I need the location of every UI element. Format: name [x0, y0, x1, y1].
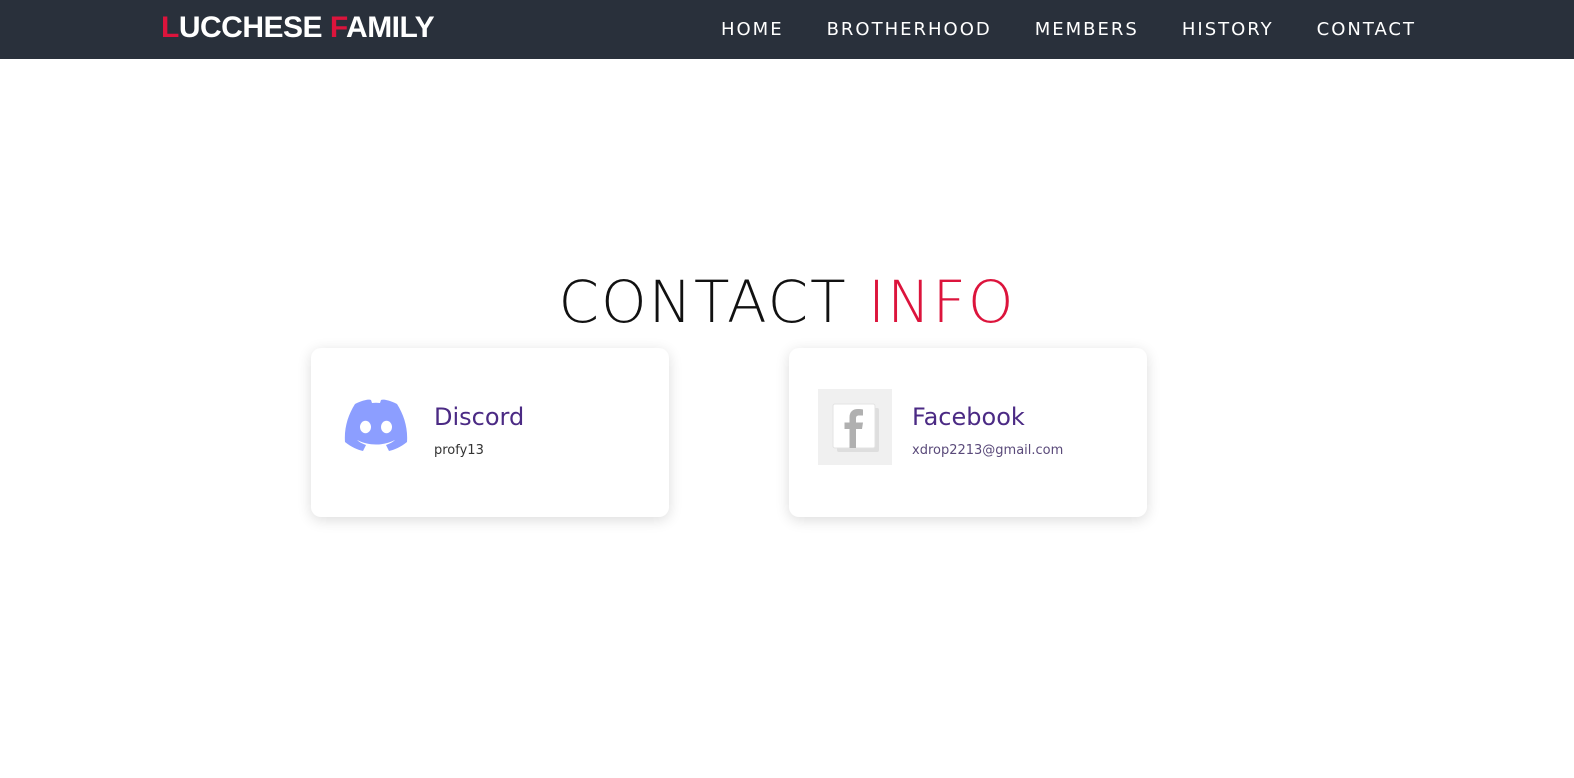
nav-link-contact[interactable]: CONTACT [1317, 19, 1416, 40]
brand-initial-l: L [161, 11, 179, 44]
facebook-email: xdrop2213@gmail.com [912, 443, 1064, 458]
facebook-title: Facebook [912, 403, 1025, 431]
nav-link-home[interactable]: HOME [721, 19, 784, 40]
discord-icon [341, 398, 411, 454]
nav-link-members[interactable]: MEMBERS [1035, 19, 1139, 40]
facebook-icon [818, 389, 892, 465]
main-nav: HOME BROTHERHOOD MEMBERS HISTORY CONTACT [721, 0, 1416, 59]
heading-main-text: CONTACT [558, 268, 868, 336]
facebook-contact-card[interactable]: Facebook xdrop2213@gmail.com [789, 348, 1147, 517]
nav-link-brotherhood[interactable]: BROTHERHOOD [827, 19, 992, 40]
heading-accent-text: INFO [867, 268, 1016, 336]
discord-contact-card[interactable]: Discord profy13 [311, 348, 669, 517]
nav-link-history[interactable]: HISTORY [1182, 19, 1274, 40]
discord-username: profy13 [434, 443, 484, 458]
contact-info-heading: CONTACT INFO [0, 268, 1574, 336]
discord-title: Discord [434, 403, 525, 431]
navbar: LUCCHESE FAMILY HOME BROTHERHOOD MEMBERS… [0, 0, 1574, 59]
brand-text-ucchese: UCCHESE [178, 11, 330, 44]
brand-text-amily: AMILY [346, 11, 435, 44]
brand-initial-f: F [329, 11, 347, 44]
brand-logo[interactable]: LUCCHESE FAMILY [161, 10, 435, 46]
